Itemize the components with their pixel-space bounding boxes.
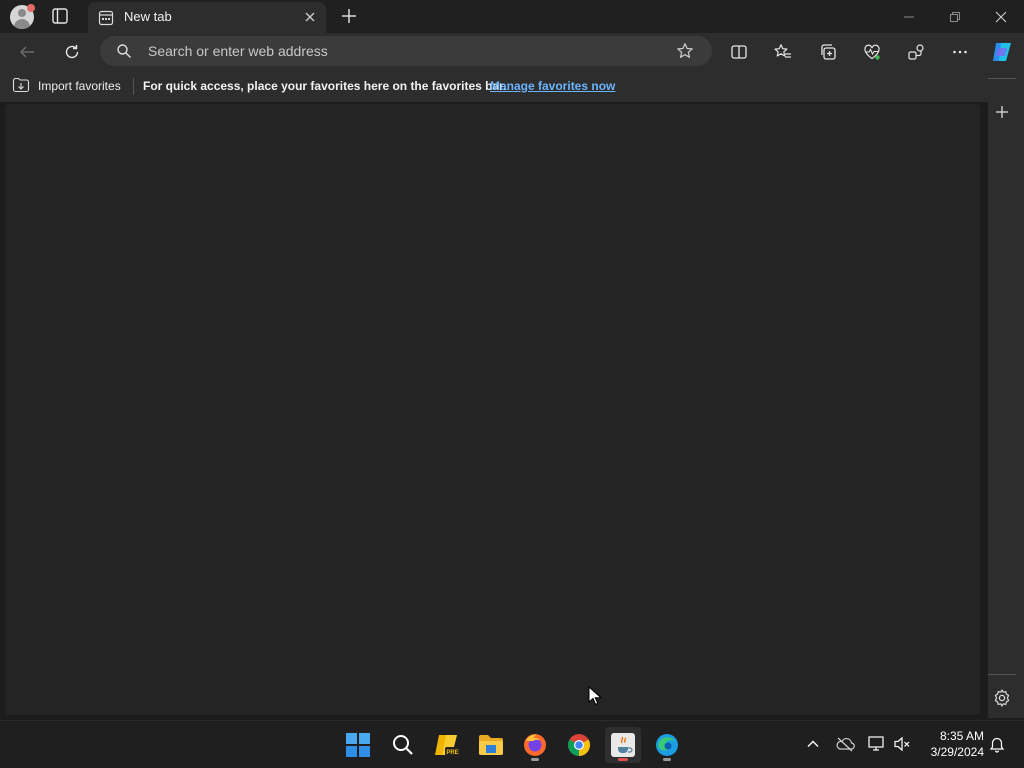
java-app-running-indicator	[618, 758, 628, 761]
search-icon[interactable]	[385, 727, 421, 763]
copilot-icon[interactable]	[989, 39, 1015, 65]
minimize-button[interactable]	[886, 0, 932, 33]
more-options-button[interactable]	[947, 39, 973, 65]
split-screen-button[interactable]	[726, 39, 752, 65]
onedrive-icon[interactable]	[834, 733, 856, 755]
search-icon	[116, 43, 132, 59]
collections-button[interactable]	[815, 39, 841, 65]
tab-actions-icon[interactable]	[50, 6, 70, 26]
svg-text:PRE: PRE	[446, 750, 458, 756]
favorites-separator	[133, 78, 134, 95]
tab-new-tab[interactable]: New tab	[88, 2, 326, 33]
favorites-bar: Import favorites For quick access, place…	[0, 70, 988, 102]
favorites-button[interactable]	[770, 39, 796, 65]
new-tab-button[interactable]	[338, 5, 360, 27]
back-button[interactable]	[14, 39, 40, 65]
import-favorites-button[interactable]: Import favorites	[12, 76, 121, 96]
start-icon[interactable]	[340, 727, 376, 763]
edge-sidebar	[988, 70, 1024, 718]
close-window-button[interactable]	[978, 0, 1024, 33]
clock-date: 3/29/2024	[930, 745, 984, 759]
edge-running-indicator	[663, 758, 671, 761]
favorites-bar-message: For quick access, place your favorites h…	[143, 79, 507, 93]
import-favorites-icon	[12, 77, 30, 96]
file-explorer-icon[interactable]	[473, 727, 509, 763]
screen: New tab Search or enter web address Impo…	[0, 0, 1024, 768]
navigation-toolbar	[0, 33, 1024, 70]
sidebar-add-app-button[interactable]	[993, 103, 1011, 121]
mouse-cursor-icon	[588, 685, 603, 706]
edge-icon[interactable]	[649, 727, 685, 763]
volume-muted-icon[interactable]	[891, 733, 913, 755]
pre-release-app-icon[interactable]: PRE	[429, 727, 465, 763]
network-icon[interactable]	[866, 733, 888, 755]
address-bar[interactable]	[100, 36, 712, 66]
sidebar-settings-gear-icon[interactable]	[992, 688, 1012, 708]
restore-button[interactable]	[932, 0, 978, 33]
browser-essentials-button[interactable]	[859, 39, 885, 65]
firefox-icon[interactable]	[517, 727, 553, 763]
extensions-button[interactable]	[903, 39, 929, 65]
refresh-button[interactable]	[59, 39, 85, 65]
title-bar: New tab	[0, 0, 1024, 33]
tab-title: New tab	[124, 9, 172, 24]
manage-favorites-link[interactable]: Manage favorites now	[490, 79, 615, 93]
firefox-running-indicator	[531, 758, 539, 761]
sidebar-separator-top	[988, 78, 1016, 79]
import-favorites-label: Import favorites	[38, 79, 121, 93]
add-favorite-star-icon[interactable]	[676, 42, 694, 60]
sidebar-separator-bottom	[988, 674, 1016, 675]
clock-time: 8:35 AM	[939, 729, 984, 743]
notifications-bell-icon[interactable]	[986, 733, 1008, 755]
profile-notification-badge	[27, 4, 35, 12]
close-tab-icon[interactable]	[302, 9, 318, 25]
show-hidden-icons-chevron-up-icon[interactable]	[802, 733, 824, 755]
new-tab-page-icon	[98, 10, 114, 26]
chrome-icon[interactable]	[561, 727, 597, 763]
page-content[interactable]	[5, 104, 980, 715]
address-input[interactable]	[148, 36, 668, 66]
taskbar: PRE 8:35 AM 3/29/2024	[0, 720, 1024, 768]
java-app-icon[interactable]	[605, 727, 641, 763]
system-clock[interactable]: 8:35 AM 3/29/2024	[918, 728, 984, 760]
